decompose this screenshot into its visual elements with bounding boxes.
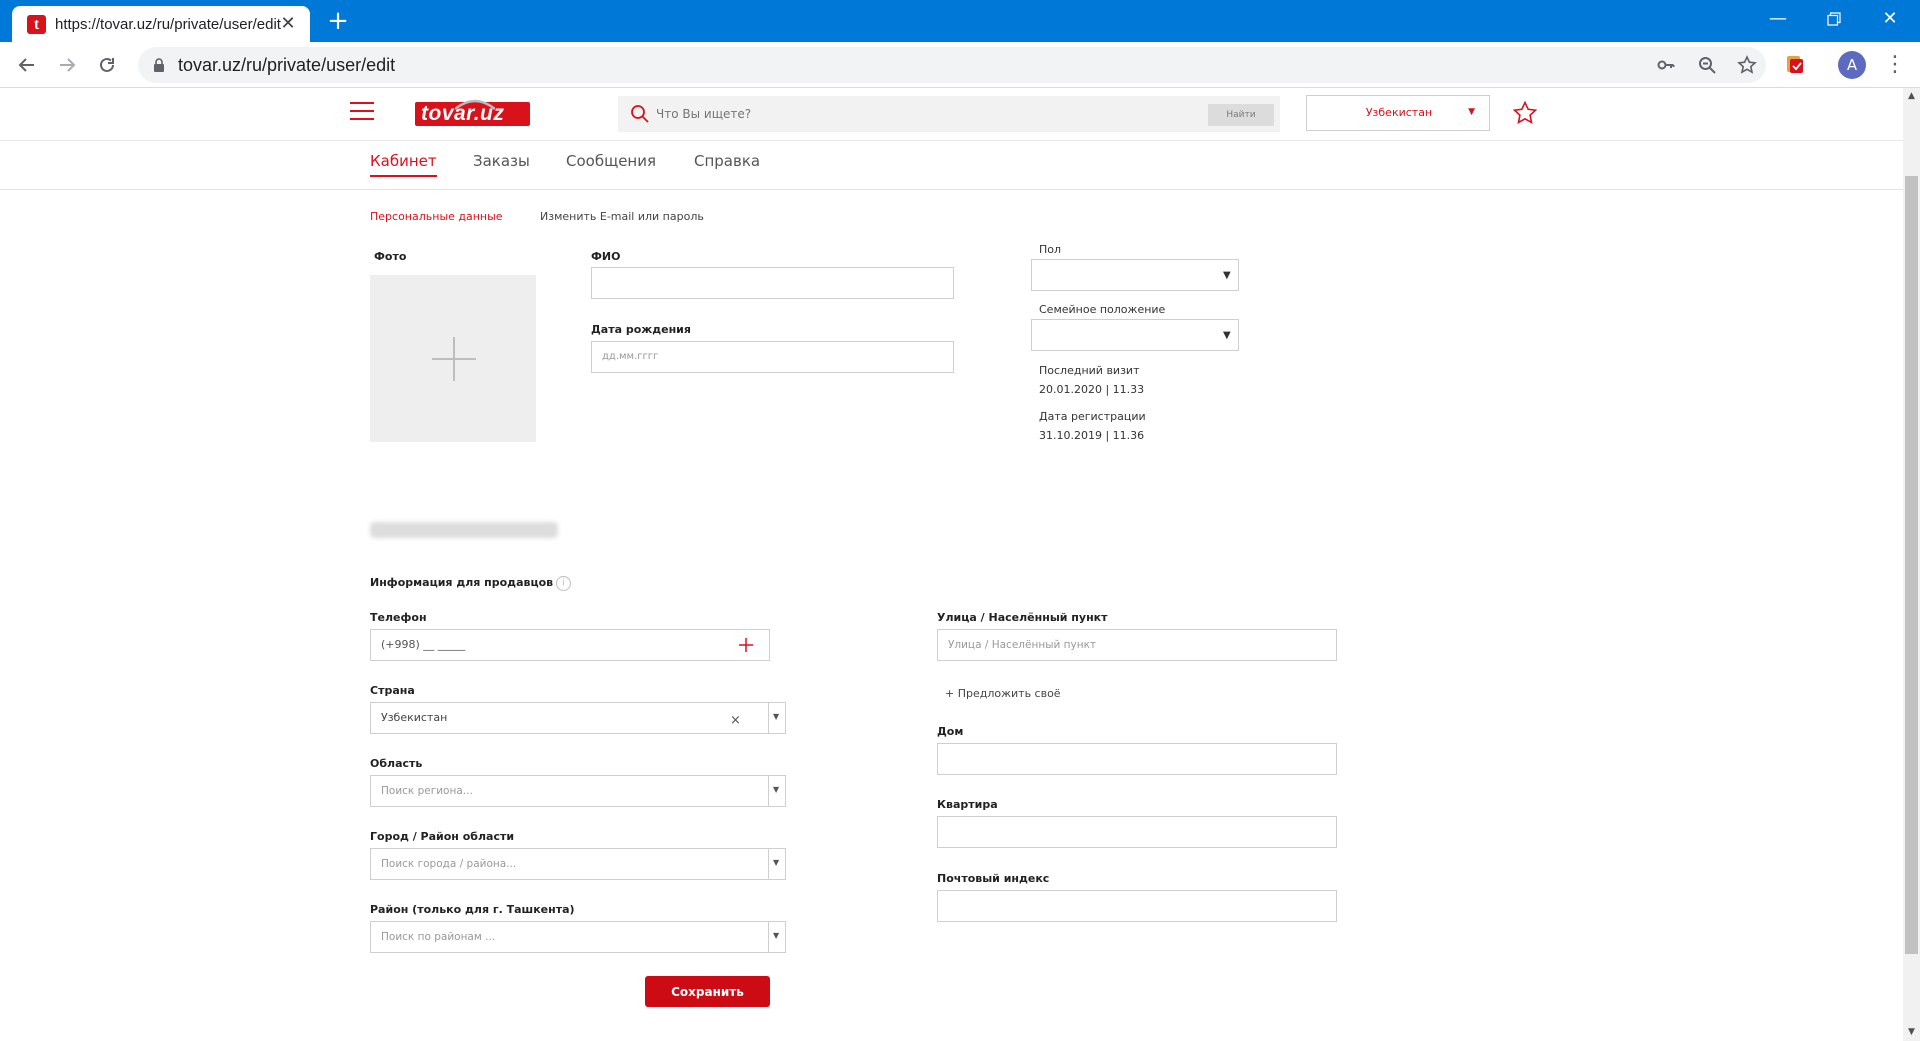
full-name-label: ФИО <box>591 250 621 263</box>
cabinet-tabs: Кабинет Заказы Сообщения Справка <box>0 142 1903 190</box>
caret-down-icon: ▼ <box>1223 330 1231 341</box>
district-dropdown-button[interactable]: ▼ <box>768 921 785 953</box>
tab-help[interactable]: Справка <box>694 152 760 175</box>
tab-close-icon[interactable]: ✕ <box>276 12 300 36</box>
hamburger-menu-icon[interactable] <box>350 102 374 122</box>
new-tab-button[interactable]: + <box>324 8 352 36</box>
photo-label: Фото <box>374 250 407 263</box>
apartment-label: Квартира <box>937 798 998 811</box>
tab-orders[interactable]: Заказы <box>473 152 530 175</box>
full-name-input[interactable] <box>591 267 954 299</box>
suggest-own-link[interactable]: + Предложить своё <box>945 687 1061 700</box>
house-label: Дом <box>937 725 964 738</box>
caret-down-icon: ▼ <box>1468 107 1475 117</box>
lock-icon <box>154 58 164 72</box>
marital-status-select[interactable] <box>1031 319 1239 351</box>
tab-messages[interactable]: Сообщения <box>566 152 656 175</box>
gender-select[interactable] <box>1031 259 1239 291</box>
save-button[interactable]: Сохранить <box>645 976 770 1007</box>
caret-down-icon: ▼ <box>773 931 780 940</box>
country-selector-value: Узбекистан <box>1365 106 1433 119</box>
region-combobox[interactable]: Поиск региона... <box>370 775 786 807</box>
tab-cabinet[interactable]: Кабинет <box>370 152 437 177</box>
site-logo[interactable]: tovar.uz <box>415 99 530 129</box>
profile-avatar[interactable]: A <box>1838 51 1866 79</box>
region-label: Область <box>370 757 423 770</box>
bookmark-star-icon[interactable] <box>1734 52 1760 78</box>
country-label: Страна <box>370 684 415 697</box>
browser-tab[interactable]: t https://tovar.uz/ru/private/user/edit … <box>12 6 310 42</box>
apartment-input[interactable] <box>937 816 1337 848</box>
phone-label: Телефон <box>370 611 427 624</box>
scrollbar-thumb[interactable] <box>1905 176 1918 954</box>
site-search-bar: Найти <box>618 96 1280 132</box>
clear-icon[interactable]: × <box>730 713 741 728</box>
key-icon[interactable] <box>1653 52 1679 78</box>
last-visit-label: Последний визит <box>1039 364 1140 377</box>
registered-value: 31.10.2019 | 11.36 <box>1039 429 1145 442</box>
district-combobox[interactable]: Поиск по районам ... <box>370 921 786 953</box>
logo-text: tovar.uz <box>421 102 505 125</box>
photo-upload[interactable] <box>370 275 536 442</box>
birth-date-input[interactable]: дд.мм.гггг <box>591 341 954 373</box>
postal-code-input[interactable] <box>937 890 1337 922</box>
street-label: Улица / Населённый пункт <box>937 611 1108 624</box>
birth-date-label: Дата рождения <box>591 323 691 336</box>
gender-label: Пол <box>1039 243 1062 256</box>
country-dropdown-button[interactable]: ▼ <box>768 702 785 734</box>
browser-titlebar: t https://tovar.uz/ru/private/user/edit … <box>0 0 1920 42</box>
postal-code-label: Почтовый индекс <box>937 872 1050 885</box>
city-combobox[interactable]: Поиск города / района... <box>370 848 786 880</box>
country-combobox[interactable]: Узбекистан <box>370 702 786 734</box>
add-photo-icon <box>432 337 476 381</box>
caret-down-icon: ▼ <box>773 785 780 794</box>
region-dropdown-button[interactable]: ▼ <box>768 775 785 807</box>
registered-label: Дата регистрации <box>1039 410 1146 423</box>
favorites-star-icon[interactable] <box>1512 100 1538 126</box>
personal-data-link[interactable]: Персональные данные <box>370 210 503 223</box>
url-text: tovar.uz/ru/private/user/edit <box>178 55 396 75</box>
last-visit-value: 20.01.2020 | 11.33 <box>1039 383 1145 396</box>
zoom-icon[interactable] <box>1694 52 1720 78</box>
search-icon <box>631 105 649 123</box>
country-selector[interactable]: Узбекистан ▼ <box>1306 95 1490 131</box>
house-input[interactable] <box>937 743 1337 775</box>
phone-input[interactable]: (+998) __ _____ <box>370 629 770 661</box>
tab-title: https://tovar.uz/ru/private/user/edit <box>55 16 281 33</box>
marital-status-label: Семейное положение <box>1039 303 1166 316</box>
page-scrollbar[interactable]: ▲ ▼ <box>1903 88 1920 1041</box>
caret-down-icon: ▼ <box>773 712 780 721</box>
close-window-icon[interactable]: ✕ <box>1862 0 1918 38</box>
site-header: tovar.uz Найти Узбекистан ▼ <box>0 88 1903 141</box>
minimize-icon[interactable]: — <box>1750 0 1806 38</box>
address-bar[interactable]: tovar.uz/ru/private/user/edit <box>138 47 1766 83</box>
browser-menu-icon[interactable]: ⋮ <box>1880 50 1910 80</box>
street-input[interactable]: Улица / Населённый пункт <box>937 629 1337 661</box>
back-icon[interactable] <box>12 50 42 80</box>
search-input[interactable] <box>656 96 1216 132</box>
forward-icon[interactable] <box>52 50 82 80</box>
site-favicon-icon: t <box>27 15 46 34</box>
seller-info-title: Информация для продавцов <box>370 576 554 589</box>
change-credentials-link[interactable]: Изменить E-mail или пароль <box>540 210 704 223</box>
reload-icon[interactable] <box>92 50 122 80</box>
search-button[interactable]: Найти <box>1208 104 1274 126</box>
restore-icon[interactable] <box>1806 0 1862 38</box>
extension-icon[interactable] <box>1784 54 1806 76</box>
scroll-down-icon[interactable]: ▼ <box>1903 1024 1920 1041</box>
caret-down-icon: ▼ <box>773 858 780 867</box>
add-phone-icon[interactable] <box>739 638 753 652</box>
browser-toolbar: tovar.uz/ru/private/user/edit A ⋮ <box>0 42 1920 88</box>
blurred-email <box>370 522 558 538</box>
city-label: Город / Район области <box>370 830 515 843</box>
scroll-up-icon[interactable]: ▲ <box>1903 88 1920 105</box>
caret-down-icon: ▼ <box>1223 270 1231 281</box>
city-dropdown-button[interactable]: ▼ <box>768 848 785 880</box>
info-icon[interactable]: i <box>556 576 571 591</box>
district-label: Район (только для г. Ташкента) <box>370 903 575 916</box>
